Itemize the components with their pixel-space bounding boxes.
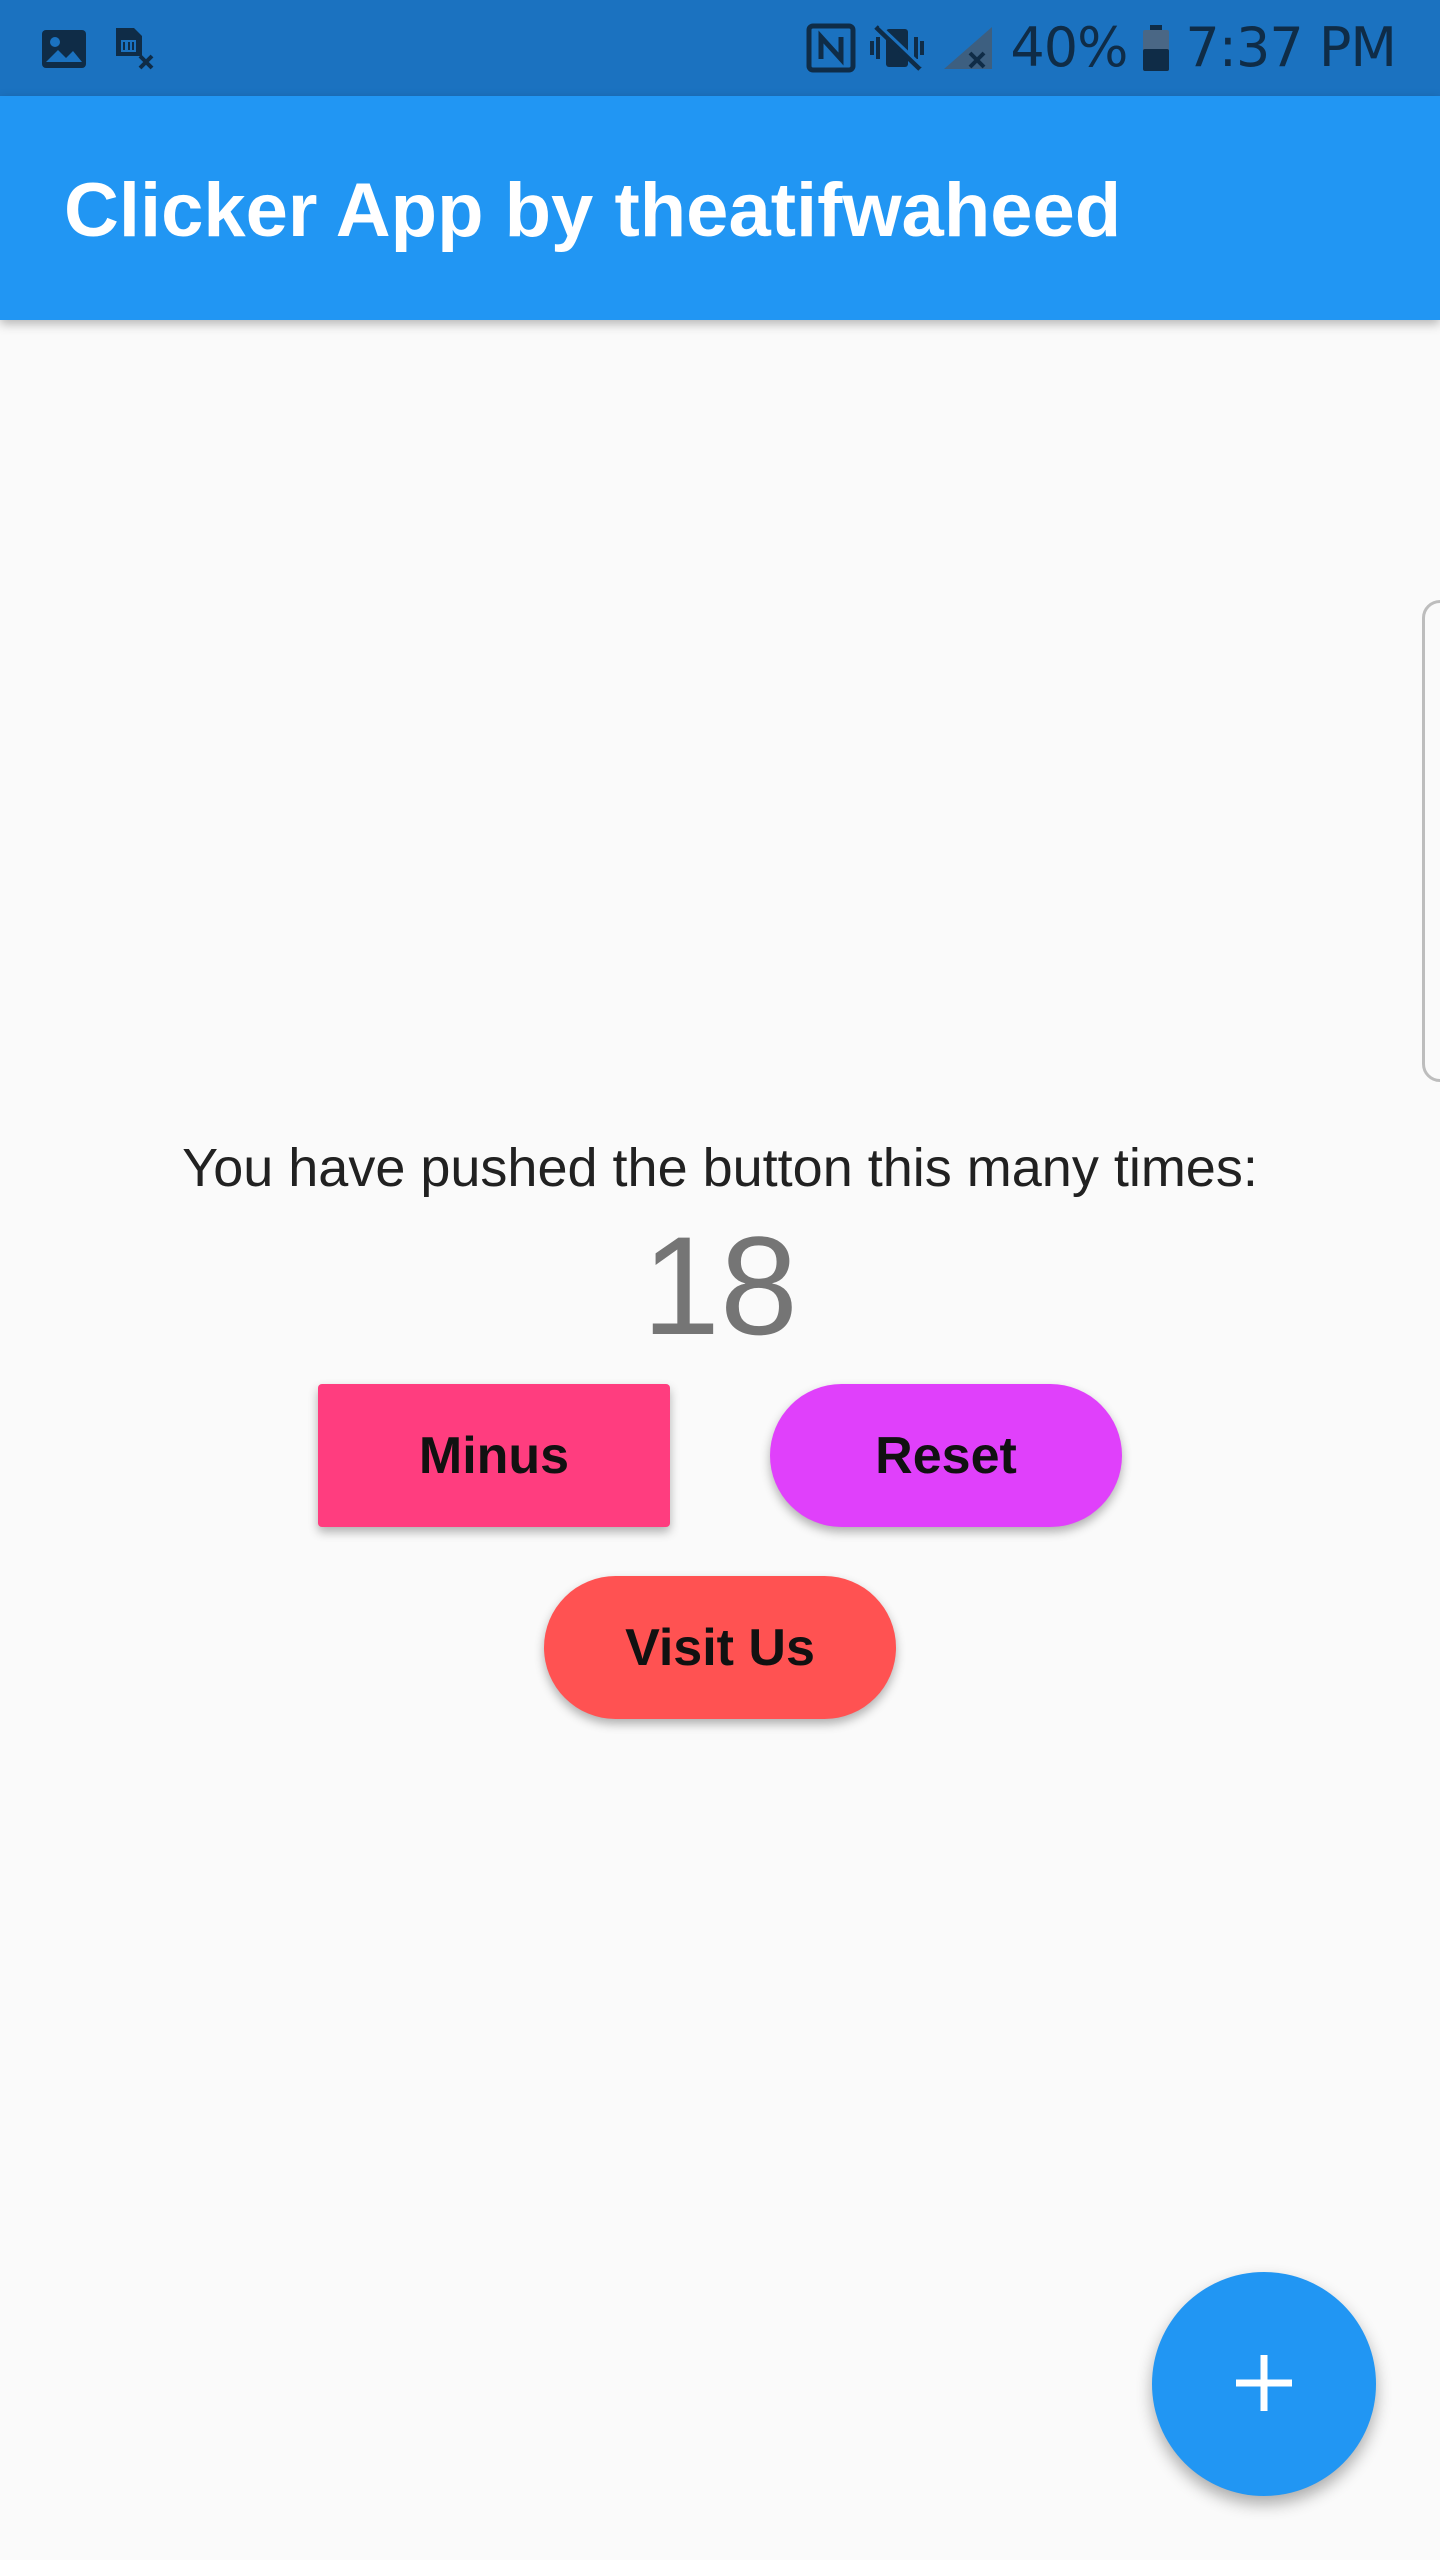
nfc-icon [806, 23, 856, 73]
app-bar: Clicker App by theatifwaheed [0, 96, 1440, 320]
gallery-icon [40, 28, 88, 70]
minus-button[interactable]: Minus [318, 1384, 670, 1527]
status-left-icons [40, 24, 158, 74]
plus-icon [1232, 2351, 1296, 2418]
edge-panel-handle[interactable] [1422, 600, 1440, 1082]
battery-percentage: 40% [1010, 16, 1128, 79]
reset-button[interactable]: Reset [770, 1384, 1122, 1527]
counter-value: 18 [642, 1207, 798, 1364]
vibrate-mute-icon [870, 23, 926, 73]
app-title: Clicker App by theatifwaheed [64, 168, 1122, 253]
sim-card-x-icon [112, 26, 158, 72]
increment-fab[interactable] [1152, 2272, 1376, 2496]
status-time: 7:37 PM [1185, 16, 1397, 79]
visit-us-button[interactable]: Visit Us [544, 1576, 896, 1719]
counter-label: You have pushed the button this many tim… [182, 1138, 1258, 1198]
status-bar: 40% 7:37 PM [0, 0, 1440, 96]
battery-icon [1141, 23, 1171, 73]
status-right-icons: 40% 7:37 PM [806, 16, 1397, 79]
signal-no-service-icon [940, 23, 996, 73]
